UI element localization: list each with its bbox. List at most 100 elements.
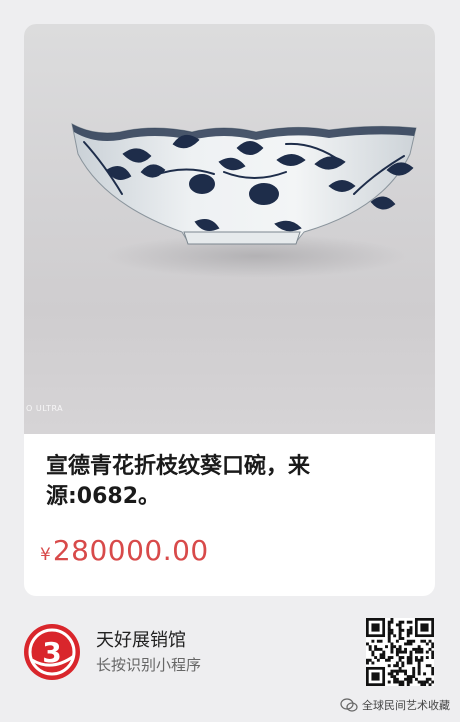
qr-module bbox=[398, 637, 402, 640]
qr-module bbox=[371, 653, 375, 657]
qr-module bbox=[412, 666, 416, 670]
qr-code[interactable] bbox=[366, 618, 435, 687]
qr-module bbox=[393, 634, 397, 638]
miniprogram-logo-icon[interactable]: 3 bbox=[22, 622, 82, 682]
qr-module bbox=[423, 639, 427, 643]
qr-module bbox=[390, 642, 394, 646]
qr-module bbox=[393, 664, 397, 668]
qr-module bbox=[376, 658, 380, 662]
qr-module bbox=[390, 628, 394, 632]
qr-module bbox=[387, 658, 391, 662]
qr-module bbox=[368, 658, 372, 662]
qr-module bbox=[395, 672, 399, 676]
qr-module bbox=[425, 642, 429, 646]
qr-module bbox=[390, 672, 394, 676]
qr-module bbox=[398, 634, 402, 638]
qr-module bbox=[398, 650, 402, 654]
qr-module bbox=[390, 631, 394, 635]
qr-module bbox=[420, 650, 424, 654]
qr-module bbox=[387, 623, 391, 627]
product-photo[interactable]: O ULTRA bbox=[24, 24, 435, 434]
qr-finder bbox=[420, 623, 429, 632]
qr-module bbox=[398, 669, 402, 673]
qr-module bbox=[401, 637, 405, 640]
qr-module bbox=[409, 620, 413, 624]
qr-module bbox=[398, 628, 402, 632]
qr-module bbox=[390, 656, 394, 659]
qr-module bbox=[387, 637, 391, 640]
qr-module bbox=[414, 658, 418, 662]
qr-module bbox=[379, 656, 383, 659]
qr-module bbox=[409, 658, 413, 662]
qr-module bbox=[420, 680, 424, 684]
qr-module bbox=[412, 669, 416, 673]
qr-module bbox=[428, 677, 432, 681]
qr-module bbox=[404, 672, 407, 676]
product-price: ¥ 280000.00 bbox=[40, 534, 209, 574]
qr-module bbox=[376, 639, 380, 643]
qr-module bbox=[385, 645, 388, 649]
qr-module bbox=[409, 675, 413, 679]
qr-module bbox=[431, 656, 435, 659]
qr-module bbox=[398, 683, 402, 687]
qr-module bbox=[423, 683, 427, 687]
qr-module bbox=[387, 631, 391, 635]
qr-module bbox=[425, 680, 429, 684]
qr-module bbox=[412, 672, 416, 676]
qr-module bbox=[393, 675, 397, 679]
qr-module bbox=[409, 650, 413, 654]
qr-module bbox=[398, 658, 402, 662]
qr-module bbox=[401, 680, 405, 684]
qr-module bbox=[387, 628, 391, 632]
qr-module bbox=[420, 683, 424, 687]
qr-module bbox=[406, 634, 410, 638]
qr-module bbox=[409, 631, 413, 635]
qr-module bbox=[395, 664, 399, 668]
qr-module bbox=[401, 620, 405, 624]
qr-module bbox=[428, 647, 432, 651]
qr-module bbox=[414, 677, 418, 681]
qr-module bbox=[406, 658, 410, 662]
qr-module bbox=[406, 661, 410, 665]
qr-module bbox=[409, 656, 413, 659]
qr-module bbox=[398, 680, 402, 684]
qr-module bbox=[409, 628, 413, 632]
qr-module bbox=[417, 664, 421, 668]
miniprogram-name[interactable]: 天好展销馆 bbox=[96, 626, 186, 652]
qr-module bbox=[395, 639, 399, 643]
qr-module bbox=[395, 650, 399, 654]
qr-module bbox=[390, 675, 394, 679]
qr-module bbox=[425, 664, 429, 668]
qr-module bbox=[409, 642, 413, 646]
qr-module bbox=[401, 669, 405, 673]
qr-module bbox=[398, 656, 402, 659]
qr-module bbox=[398, 620, 402, 624]
qr-module bbox=[390, 650, 394, 654]
product-card[interactable]: O ULTRA 宣德青花折枝纹葵口碗，来源:0682。 ¥ 280000.00 bbox=[24, 24, 435, 596]
qr-module bbox=[420, 658, 424, 662]
qr-module bbox=[401, 664, 405, 668]
qr-module bbox=[431, 680, 435, 684]
qr-module bbox=[417, 650, 421, 654]
qr-module bbox=[398, 647, 402, 651]
qr-module bbox=[425, 650, 429, 654]
qr-module bbox=[412, 639, 416, 643]
qr-module bbox=[404, 642, 407, 646]
qr-module bbox=[425, 656, 429, 659]
qr-module bbox=[431, 666, 435, 670]
qr-module bbox=[431, 653, 435, 657]
qr-module bbox=[374, 645, 378, 649]
account-watermark: 全球民间艺术收藏 bbox=[340, 694, 450, 716]
qr-module bbox=[409, 626, 413, 630]
qr-module bbox=[387, 656, 391, 659]
product-title[interactable]: 宣德青花折枝纹葵口碗，来源:0682。 bbox=[46, 452, 416, 512]
wechat-icon bbox=[340, 698, 358, 712]
qr-module bbox=[382, 653, 386, 657]
qr-module bbox=[390, 620, 394, 624]
qr-module bbox=[401, 650, 405, 654]
qr-module bbox=[406, 628, 410, 632]
qr-module bbox=[387, 634, 391, 638]
qr-module bbox=[366, 661, 369, 665]
qr-module bbox=[395, 669, 399, 673]
qr-module bbox=[393, 645, 397, 649]
